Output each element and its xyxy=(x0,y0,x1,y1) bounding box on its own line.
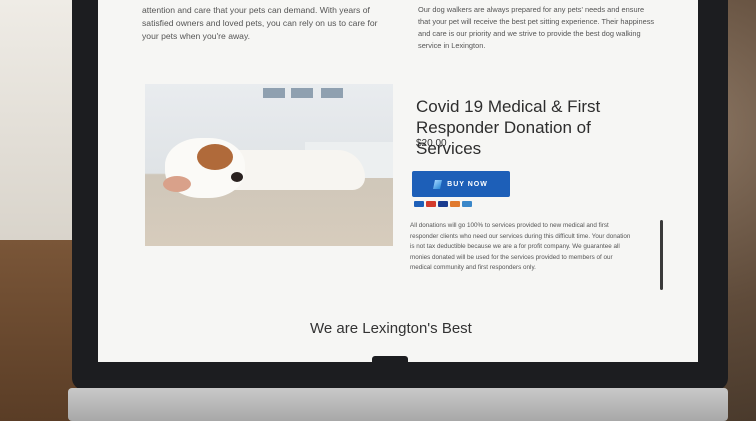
wall-frame xyxy=(321,88,343,98)
visa-icon xyxy=(438,201,448,207)
dog-ear xyxy=(163,176,191,192)
intro-left-text: attention and care that your pets can de… xyxy=(142,5,378,41)
section-heading: We are Lexington's Best xyxy=(310,320,472,337)
buy-now-button[interactable]: BUY NOW xyxy=(412,171,510,197)
dog-patch xyxy=(197,144,233,170)
wall-frame xyxy=(291,88,313,98)
amex-icon xyxy=(462,201,472,207)
dog-photo xyxy=(145,84,393,246)
product-title: Covid 19 Medical & First Responder Donat… xyxy=(416,97,601,158)
buy-now-label: BUY NOW xyxy=(447,180,488,188)
product-description: All donations will go 100% to services p… xyxy=(410,222,631,271)
intro-right-text: Our dog walkers are always prepared for … xyxy=(418,5,655,50)
wall-frame xyxy=(263,88,285,98)
payment-cards xyxy=(414,201,472,207)
screen-tab xyxy=(372,356,408,362)
mastercard-icon xyxy=(426,201,436,207)
paypal-icon xyxy=(433,179,443,189)
paypal-icon xyxy=(414,201,424,207)
discover-icon xyxy=(450,201,460,207)
product-price: $20.00 xyxy=(416,138,447,149)
dog-nose xyxy=(231,172,243,182)
scrollbar[interactable] xyxy=(660,220,663,290)
laptop-base xyxy=(68,388,728,421)
